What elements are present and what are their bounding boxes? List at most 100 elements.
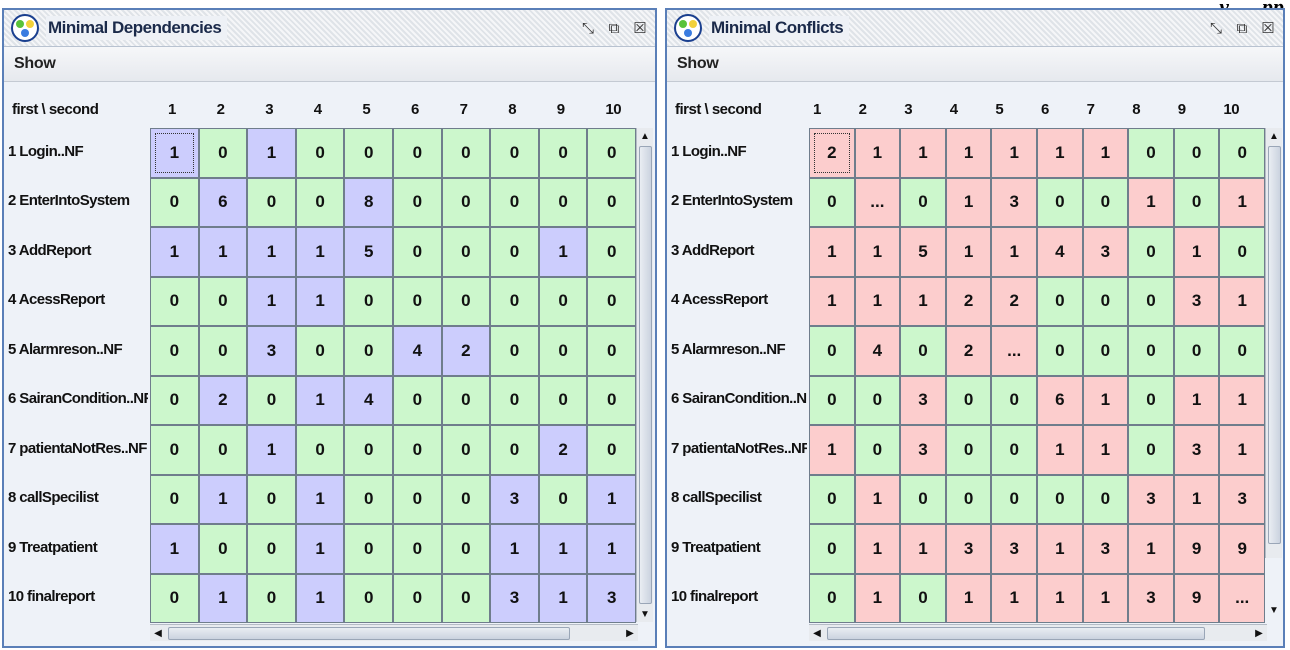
table-cell[interactable]: 3 <box>1173 425 1220 475</box>
table-cell[interactable]: 0 <box>490 128 539 178</box>
table-cell[interactable]: 0 <box>587 227 636 277</box>
row-header[interactable]: 3 AddReport <box>8 242 148 259</box>
table-cell[interactable]: 9 <box>1219 524 1265 574</box>
table-cell[interactable]: 1 <box>900 276 946 326</box>
table-cell[interactable]: 0 <box>1082 276 1129 326</box>
table-cell[interactable]: 0 <box>1128 425 1174 475</box>
table-cell[interactable]: 0 <box>295 425 345 475</box>
row-header[interactable]: 3 AddReport <box>671 242 807 259</box>
table-cell[interactable]: 0 <box>538 326 588 376</box>
table-cell[interactable]: 1 <box>991 227 1037 277</box>
table-cell[interactable]: 0 <box>945 474 992 524</box>
table-cell[interactable]: 0 <box>344 474 393 524</box>
table-cell[interactable]: 1 <box>247 227 296 277</box>
table-cell[interactable]: 0 <box>490 276 539 326</box>
table-cell[interactable]: 0 <box>198 128 248 178</box>
table-cell[interactable]: 3 <box>490 573 539 623</box>
table-cell[interactable]: 0 <box>1219 326 1265 376</box>
table-cell[interactable]: 1 <box>247 128 296 178</box>
table-cell[interactable]: 1 <box>1173 375 1220 425</box>
scroll-up-arrow-icon[interactable]: ▲ <box>1266 128 1282 144</box>
horizontal-scrollbar[interactable]: ◀ ▶ <box>150 624 638 641</box>
table-cell[interactable]: 1 <box>295 276 345 326</box>
row-header[interactable]: 1 Login..NF <box>8 143 148 160</box>
column-header-7[interactable]: 7 <box>1087 101 1095 118</box>
table-cell[interactable]: 0 <box>900 573 946 623</box>
column-header-3[interactable]: 3 <box>904 101 912 118</box>
table-cell[interactable]: 1 <box>150 227 199 277</box>
table-cell[interactable]: 3 <box>1082 524 1129 574</box>
column-header-7[interactable]: 7 <box>460 101 468 118</box>
table-cell[interactable]: 0 <box>1037 474 1083 524</box>
row-header[interactable]: 4 AcessReport <box>671 291 807 308</box>
table-cell[interactable]: 1 <box>1037 425 1083 475</box>
table-cell[interactable]: 0 <box>393 524 442 574</box>
table-cell[interactable]: 0 <box>1082 474 1129 524</box>
table-cell[interactable]: 0 <box>900 326 946 376</box>
row-header[interactable]: 8 callSpecilist <box>671 489 807 506</box>
show-menu[interactable]: Show <box>667 55 719 73</box>
table-cell[interactable]: 0 <box>1173 177 1220 227</box>
table-cell[interactable]: 0 <box>441 227 491 277</box>
table-cell[interactable]: 1 <box>991 128 1037 178</box>
table-cell[interactable]: 1 <box>1082 573 1129 623</box>
table-cell[interactable]: 0 <box>441 128 491 178</box>
table-cell[interactable]: 2 <box>198 375 248 425</box>
table-cell[interactable]: 0 <box>441 524 491 574</box>
table-cell[interactable]: 1 <box>198 573 248 623</box>
restore-icon[interactable]: ⤡ <box>577 17 599 39</box>
table-cell[interactable]: 0 <box>393 474 442 524</box>
table-cell[interactable]: 0 <box>809 573 855 623</box>
table-cell[interactable]: 1 <box>854 524 901 574</box>
table-cell[interactable]: 0 <box>900 474 946 524</box>
table-cell[interactable]: 3 <box>1219 474 1265 524</box>
table-cell[interactable]: 0 <box>1219 227 1265 277</box>
table-cell[interactable]: 1 <box>295 375 345 425</box>
table-cell[interactable]: 0 <box>150 474 199 524</box>
table-cell[interactable]: 4 <box>393 326 442 376</box>
table-cell[interactable]: 0 <box>1219 128 1265 178</box>
table-cell[interactable]: 0 <box>1082 326 1129 376</box>
table-cell[interactable]: 3 <box>991 177 1037 227</box>
table-cell[interactable]: 0 <box>1082 177 1129 227</box>
table-cell[interactable]: 0 <box>150 425 199 475</box>
table-cell[interactable]: 0 <box>1173 326 1220 376</box>
column-header-6[interactable]: 6 <box>1041 101 1049 118</box>
h-scroll-thumb[interactable] <box>168 627 570 640</box>
row-header[interactable]: 2 EnterIntoSystem <box>671 192 807 209</box>
table-cell[interactable]: 1 <box>198 227 248 277</box>
table-cell[interactable]: 0 <box>393 276 442 326</box>
table-cell[interactable]: 0 <box>587 128 636 178</box>
title-bar[interactable]: Minimal Conflicts ⤡ ⧉ ☒ <box>667 10 1283 47</box>
table-cell[interactable]: 1 <box>945 128 992 178</box>
column-header-1[interactable]: 1 <box>168 101 176 118</box>
table-cell[interactable]: 1 <box>945 227 992 277</box>
table-cell[interactable]: 1 <box>1128 524 1174 574</box>
maximize-icon[interactable]: ⧉ <box>1231 17 1253 39</box>
row-header[interactable]: 9 Treatpatient <box>8 539 148 556</box>
table-cell[interactable]: 2 <box>945 276 992 326</box>
table-cell[interactable]: 1 <box>198 474 248 524</box>
row-header[interactable]: 10 finalreport <box>671 588 807 605</box>
table-cell[interactable]: 0 <box>441 276 491 326</box>
table-cell[interactable]: 1 <box>1037 524 1083 574</box>
table-cell[interactable]: 0 <box>809 326 855 376</box>
table-cell[interactable]: 0 <box>247 573 296 623</box>
table-cell[interactable]: 1 <box>945 177 992 227</box>
column-header-4[interactable]: 4 <box>314 101 322 118</box>
table-cell[interactable]: 1 <box>809 227 855 277</box>
table-cell[interactable]: 1 <box>854 573 901 623</box>
table-cell[interactable]: 1 <box>854 276 901 326</box>
column-header-10[interactable]: 10 <box>605 101 621 118</box>
table-cell[interactable]: 5 <box>344 227 393 277</box>
table-cell[interactable]: 1 <box>538 573 588 623</box>
table-cell[interactable]: 3 <box>247 326 296 376</box>
table-cell[interactable]: 0 <box>991 375 1037 425</box>
table-cell[interactable]: 0 <box>538 177 588 227</box>
table-cell[interactable]: 1 <box>1219 375 1265 425</box>
table-cell[interactable]: 1 <box>295 227 345 277</box>
table-cell[interactable]: 1 <box>1037 573 1083 623</box>
table-cell[interactable]: 0 <box>393 375 442 425</box>
table-cell[interactable]: 0 <box>344 326 393 376</box>
row-header[interactable]: 10 finalreport <box>8 588 148 605</box>
